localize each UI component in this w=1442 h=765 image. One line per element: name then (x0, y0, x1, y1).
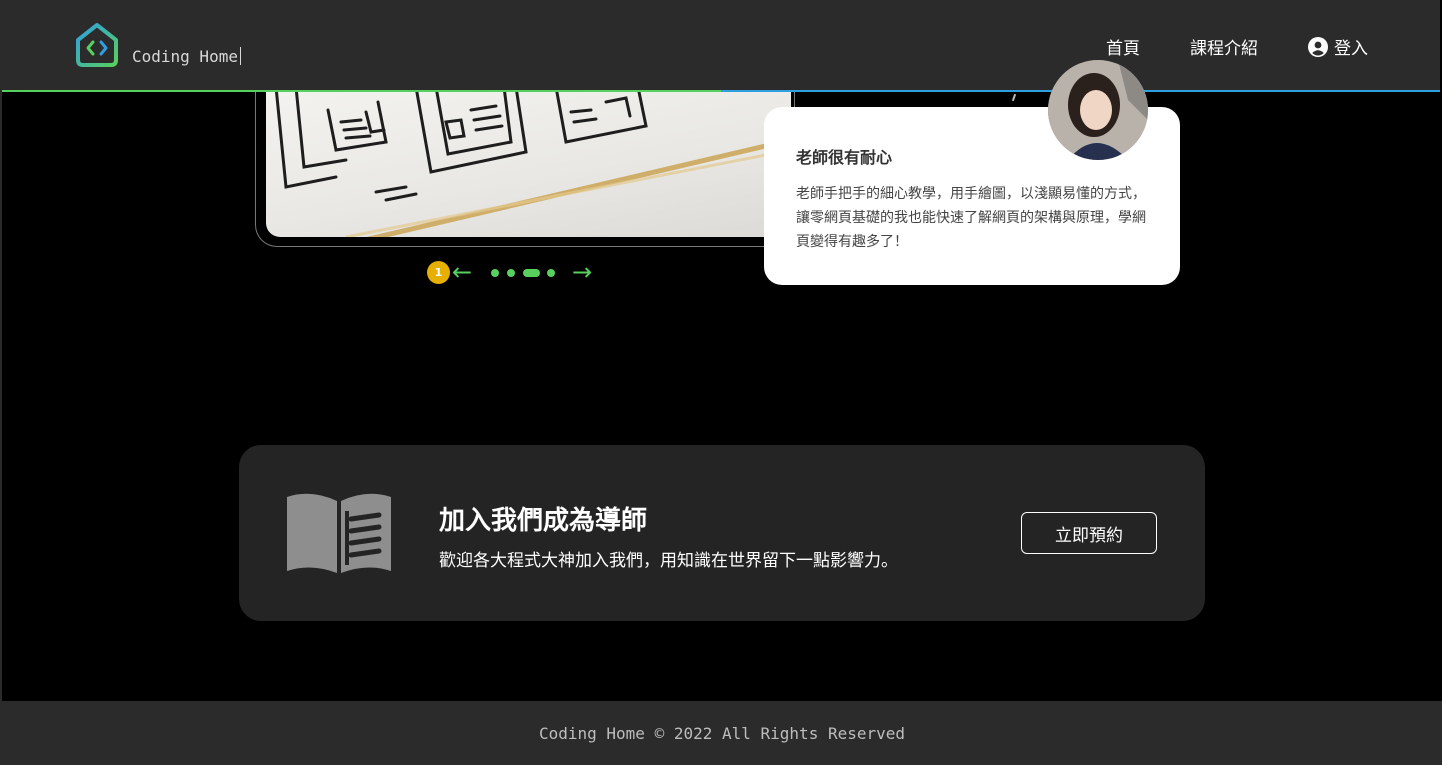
testimonial-body: 老師手把手的細心教學，用手繪圖，以淺顯易懂的方式，讓零網頁基礎的我也能快速了解網… (796, 186, 1146, 250)
user-circle-icon (1308, 36, 1328, 57)
book-open-icon (287, 493, 391, 573)
carousel-dot-1[interactable] (491, 269, 499, 277)
banner-title: 加入我們成為導師 (439, 506, 648, 536)
brand-logo[interactable]: Coding Home (74, 22, 241, 68)
house-code-icon (76, 23, 118, 67)
book-now-button[interactable]: 立即預約 (1021, 512, 1157, 554)
carousel-dot-4[interactable] (547, 269, 555, 277)
student-avatar (1048, 60, 1148, 160)
site-header: Coding Home 首頁 課程介紹 登入 (2, 0, 1440, 90)
wireframe-sketch-image (266, 92, 791, 237)
nav-courses[interactable]: 課程介紹 (1190, 34, 1258, 59)
quote-mark (1011, 93, 1017, 102)
carousel-slide (255, 92, 795, 247)
become-tutor-banner: 加入我們成為導師 歡迎各大程式大神加入我們，用知識在世界留下一點影響力。 立即預… (239, 445, 1205, 621)
banner-subtitle: 歡迎各大程式大神加入我們，用知識在世界留下一點影響力。 (439, 551, 898, 571)
nav-login-label: 登入 (1334, 39, 1368, 59)
arrow-left-icon[interactable]: ← (452, 258, 472, 286)
page-number-badge: 1 (427, 261, 450, 284)
nav-home[interactable]: 首頁 (1106, 34, 1140, 59)
carousel-dot-3[interactable] (523, 269, 540, 277)
arrow-right-icon[interactable]: → (572, 258, 592, 286)
copyright-text: Coding Home © 2022 All Rights Reserved (538, 723, 906, 743)
testimonial-title: 老師很有耐心 (796, 148, 893, 167)
site-footer: Coding Home © 2022 All Rights Reserved (2, 701, 1442, 765)
main-nav: 首頁 課程介紹 登入 (1106, 34, 1368, 59)
page-edge (0, 0, 2, 765)
nav-login[interactable]: 登入 (1308, 34, 1368, 59)
carousel-dot-2[interactable] (507, 269, 515, 277)
brand-name: Coding Home (132, 47, 241, 66)
